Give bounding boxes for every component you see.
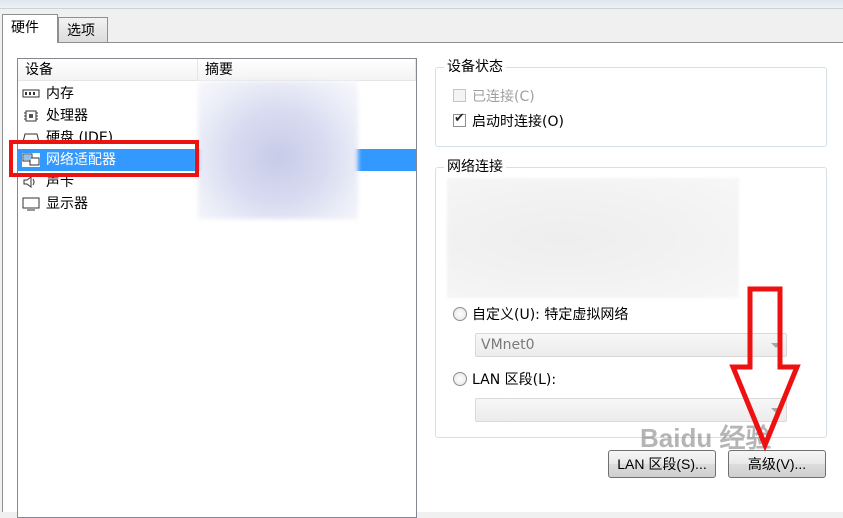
group-title: 网络连接: [444, 158, 506, 176]
device-label: 处理器: [46, 108, 88, 124]
device-status-group: 设备状态 已连接(C) ✔ 启动时连接(O): [435, 58, 827, 147]
column-header-device[interactable]: 设备: [18, 59, 198, 81]
redacted-options: [447, 178, 739, 298]
device-label: 显示器: [46, 196, 88, 212]
device-list[interactable]: 设备 摘要 内存 处理器 硬盘 (IDE) 网络适配器 声卡 显示器: [17, 58, 417, 518]
tab-hardware[interactable]: 硬件: [2, 14, 58, 43]
select-value: VMnet0: [481, 337, 535, 353]
group-title: 设备状态: [444, 58, 506, 76]
processor-icon: [24, 110, 38, 122]
custom-label: 自定义(U): 特定虚拟网络: [472, 307, 629, 323]
custom-radio[interactable]: [453, 307, 467, 321]
lan-segment-label: LAN 区段(L):: [472, 372, 557, 388]
tab-options[interactable]: 选项: [58, 17, 108, 42]
highlight-box: [9, 140, 199, 177]
down-arrow-icon: [729, 286, 801, 452]
redacted-summary: [198, 81, 358, 219]
sound-card-icon: [23, 176, 35, 188]
column-header-summary[interactable]: 摘要: [198, 59, 416, 81]
lan-segment-radio[interactable]: [453, 372, 467, 386]
display-icon: [22, 197, 40, 211]
checkmark-icon: ✔: [454, 111, 465, 126]
memory-icon: [22, 89, 40, 98]
device-label: 内存: [46, 86, 74, 102]
window-top-strip: [0, 0, 843, 9]
connected-checkbox[interactable]: [453, 89, 466, 102]
connect-at-poweron-checkbox[interactable]: ✔: [453, 111, 466, 127]
connect-at-poweron-label: 启动时连接(O): [472, 114, 564, 130]
connected-label: 已连接(C): [472, 89, 535, 105]
